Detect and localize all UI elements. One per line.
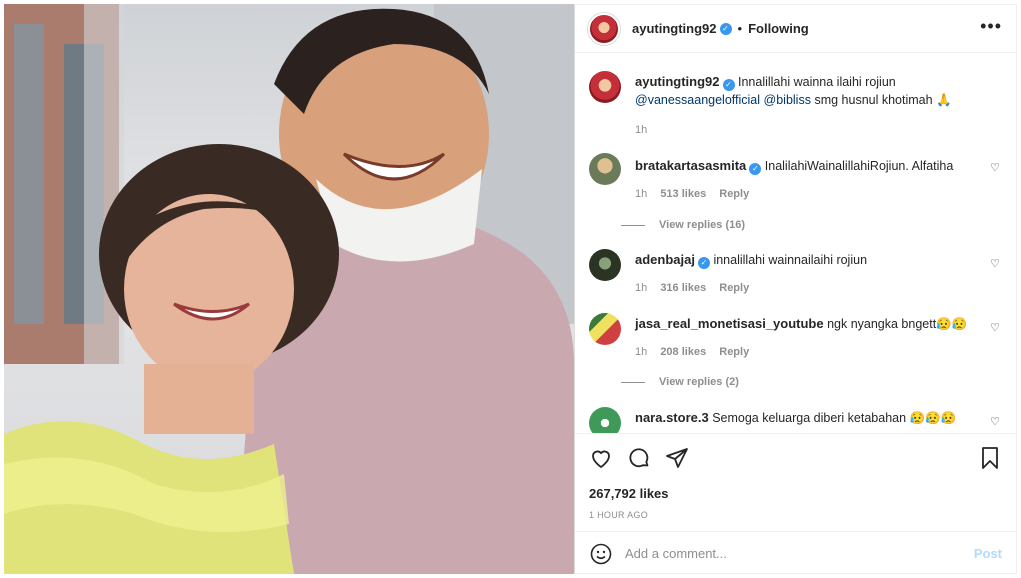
caption-meta: 1h	[635, 121, 980, 139]
divider-line	[621, 381, 645, 383]
comment-likes[interactable]: 208 likes	[660, 346, 706, 358]
post-header: ayutingting92 ✓ • Following •••	[575, 5, 1016, 53]
comment-text: Semoga keluarga diberi ketabahan 😥😥😥	[712, 411, 957, 425]
caption-time[interactable]: 1h	[635, 124, 647, 136]
verified-icon: ✓	[697, 257, 710, 269]
avatar[interactable]	[589, 71, 621, 103]
view-replies-label: View replies (16)	[659, 219, 746, 231]
comment-body: bratakartasasmita ✓ InalilahiWainalillahi…	[635, 157, 980, 203]
heart-icon[interactable]: ♡	[990, 321, 1000, 334]
post-photo-image	[4, 4, 574, 574]
heart-icon[interactable]: ♡	[990, 415, 1000, 428]
comment-likes[interactable]: 513 likes	[660, 188, 706, 200]
comment-body: nara.store.3 Semoga keluarga diberi keta…	[635, 409, 980, 427]
comment-time[interactable]: 1h	[635, 188, 647, 200]
verified-icon: ✓	[719, 22, 732, 35]
post-actions: 267,792 likes 1 HOUR AGO Post	[575, 433, 1016, 564]
comment-body: adenbajaj ✓ innalillahi wainnailaihi roji…	[635, 251, 980, 297]
comment-text: ngk nyangka bngett😥😥	[827, 317, 968, 331]
comment-meta: 1h 316 likes Reply	[635, 279, 980, 297]
caption-text: Innalillahi wainna ilaihi rojiun	[738, 75, 896, 89]
comment-meta: 1h 208 likes Reply	[635, 343, 980, 361]
comment-likes[interactable]: 316 likes	[660, 282, 706, 294]
comment-time[interactable]: 1h	[635, 346, 647, 358]
likes-count[interactable]: 267,792 likes	[589, 486, 669, 501]
emoji-icon[interactable]	[589, 542, 613, 566]
comment-username[interactable]: jasa_real_monetisasi_youtube	[635, 316, 824, 331]
view-replies-button[interactable]: View replies (2)	[621, 376, 739, 388]
comment-input[interactable]	[625, 546, 965, 561]
heart-icon[interactable]	[589, 446, 613, 470]
separator-dot: •	[737, 21, 743, 36]
verified-icon: ✓	[722, 79, 735, 91]
heart-icon[interactable]: ♡	[990, 161, 1000, 174]
comment-username[interactable]: bratakartasasmita	[635, 158, 746, 173]
add-comment-bar: Post	[575, 531, 1016, 575]
comment-icon[interactable]	[627, 446, 651, 470]
caption-text-end: smg husnul khotimah 🙏	[814, 93, 952, 107]
comment-meta: 1h 513 likes Reply	[635, 185, 980, 203]
caption-body: ayutingting92 ✓ Innalillahi wainna ilaihi…	[635, 73, 980, 139]
caption-username[interactable]: ayutingting92	[635, 74, 720, 89]
mention-link[interactable]: @bibliss	[764, 93, 811, 107]
action-icons	[589, 446, 689, 470]
divider-line	[621, 224, 645, 226]
mention-link[interactable]: @vanessaangelofficial	[635, 93, 760, 107]
avatar[interactable]	[589, 313, 621, 345]
share-icon[interactable]	[665, 446, 689, 470]
more-icon[interactable]: •••	[980, 17, 1002, 35]
comment-text: InalilahiWainalillahiRojiun. Alfatiha	[764, 159, 954, 173]
comment-text: innalillahi wainnailaihi rojiun	[713, 253, 868, 267]
view-replies-button[interactable]: View replies (16)	[621, 219, 745, 231]
avatar[interactable]	[589, 153, 621, 185]
comments-list[interactable]: ayutingting92 ✓ Innalillahi wainna ilaihi…	[575, 53, 1016, 433]
avatar[interactable]	[589, 407, 621, 433]
reply-button[interactable]: Reply	[719, 346, 749, 358]
bookmark-icon[interactable]	[978, 446, 1002, 470]
reply-button[interactable]: Reply	[719, 282, 749, 294]
header-username[interactable]: ayutingting92	[632, 21, 717, 36]
comment-username[interactable]: adenbajaj	[635, 252, 695, 267]
post-button[interactable]: Post	[974, 546, 1002, 561]
comment-username[interactable]: nara.store.3	[635, 410, 709, 425]
comment-time[interactable]: 1h	[635, 282, 647, 294]
view-replies-label: View replies (2)	[659, 376, 739, 388]
heart-icon[interactable]: ♡	[990, 257, 1000, 270]
avatar[interactable]	[588, 12, 620, 45]
following-button[interactable]: Following	[748, 21, 809, 36]
post-time[interactable]: 1 HOUR AGO	[589, 510, 648, 520]
post-photo[interactable]	[4, 4, 574, 574]
reply-button[interactable]: Reply	[719, 188, 749, 200]
avatar[interactable]	[589, 249, 621, 281]
verified-icon: ✓	[749, 163, 762, 175]
comment-body: jasa_real_monetisasi_youtube ngk nyangka…	[635, 315, 980, 361]
post-panel: ayutingting92 ✓ • Following ••• ayutingt…	[574, 4, 1017, 574]
